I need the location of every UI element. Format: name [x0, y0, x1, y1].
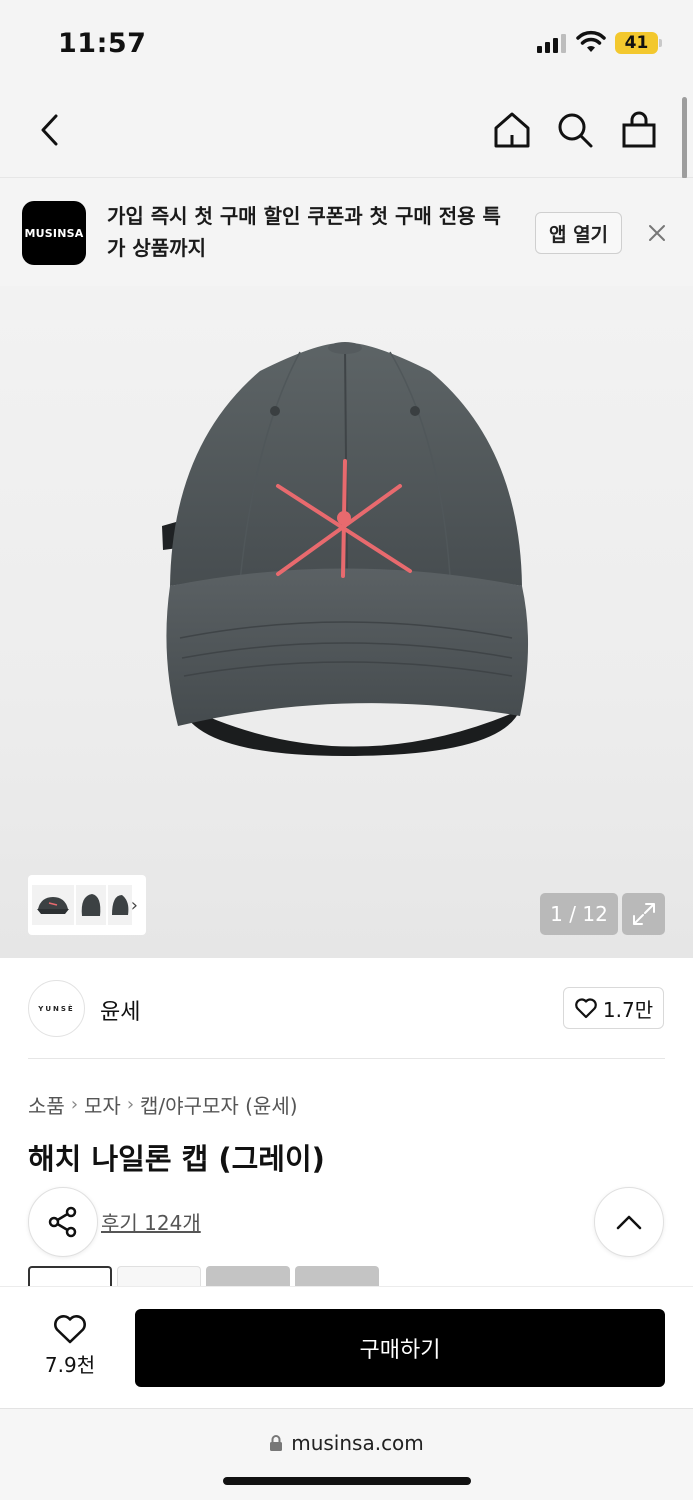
breadcrumb-item[interactable]: 캡/야구모자 (윤세) — [140, 1090, 298, 1119]
chevron-right-icon: › — [70, 1094, 79, 1115]
shopping-bag-icon — [622, 111, 656, 148]
thumbnail-strip[interactable]: › — [28, 875, 146, 935]
home-indicator — [223, 1477, 471, 1485]
share-button[interactable] — [28, 1187, 98, 1257]
wishlist-count: 7.9천 — [44, 1353, 96, 1377]
review-link[interactable]: 후기 124개 — [101, 1207, 201, 1236]
promo-text: 가입 즉시 첫 구매 할인 쿠폰과 첫 구매 전용 특가 상품까지 — [107, 204, 501, 260]
brand-like-count: 1.7만 — [602, 997, 654, 1022]
thumbnail-1[interactable] — [32, 885, 74, 925]
breadcrumb: 소품 › 모자 › 캡/야구모자 (윤세) — [28, 1090, 298, 1119]
breadcrumb-item[interactable]: 모자 — [84, 1090, 121, 1119]
home-icon — [494, 112, 530, 148]
option-swatches — [28, 1266, 379, 1286]
status-time: 11:57 — [58, 28, 147, 59]
back-button[interactable] — [28, 108, 72, 152]
app-promo-banner: MUSINSA 가입 즉시 첫 구매 할인 쿠폰과 첫 구매 전용 특가 상품까… — [0, 178, 693, 286]
heart-icon — [575, 998, 597, 1019]
brand-like-button[interactable]: 1.7만 — [563, 987, 664, 1029]
heart-icon — [54, 1315, 86, 1344]
image-counter: 1 / 12 — [540, 893, 618, 935]
option-swatch[interactable] — [117, 1266, 201, 1286]
musinsa-logo: MUSINSA — [22, 201, 86, 265]
close-icon[interactable] — [644, 220, 670, 246]
battery-cap — [659, 39, 662, 47]
cart-button[interactable] — [617, 108, 661, 152]
url-text: musinsa.com — [291, 1431, 424, 1455]
battery-indicator: 41 — [615, 32, 658, 54]
brand-name[interactable]: 윤세 — [100, 994, 140, 1026]
breadcrumb-item[interactable]: 소품 — [28, 1090, 65, 1119]
scroll-top-button[interactable] — [594, 1187, 664, 1257]
buy-button[interactable]: 구매하기 — [135, 1309, 665, 1387]
fullscreen-button[interactable] — [622, 893, 665, 935]
chevron-up-icon — [616, 1215, 642, 1230]
home-button[interactable] — [490, 108, 534, 152]
chevron-right-icon: › — [126, 1094, 135, 1115]
lock-icon — [270, 1435, 283, 1451]
share-icon — [48, 1206, 77, 1238]
chevron-left-icon — [41, 114, 58, 146]
brand-logo[interactable]: YUNSÈ — [28, 980, 85, 1037]
divider — [28, 1058, 665, 1059]
url-display[interactable]: musinsa.com — [0, 1431, 693, 1455]
wishlist-button[interactable]: 7.9천 — [30, 1313, 110, 1378]
page-scrollbar[interactable] — [682, 97, 687, 179]
purchase-bar: 7.9천 구매하기 — [0, 1286, 693, 1408]
cellular-signal-icon — [537, 34, 566, 53]
option-swatch[interactable] — [206, 1266, 290, 1286]
open-app-button[interactable]: 앱 열기 — [535, 212, 622, 254]
option-swatch[interactable] — [28, 1266, 112, 1286]
product-cap-image — [162, 342, 529, 756]
product-image-gallery[interactable]: › 1 / 12 — [0, 286, 693, 958]
expand-icon — [632, 903, 655, 925]
thumbnail-3[interactable] — [108, 885, 132, 925]
search-icon — [558, 113, 593, 148]
status-bar: 11:57 41 — [0, 0, 693, 90]
browser-url-bar[interactable]: musinsa.com — [0, 1408, 693, 1500]
wifi-icon — [576, 30, 606, 52]
thumbnail-next-icon[interactable]: › — [131, 895, 138, 916]
thumbnail-2[interactable] — [76, 885, 106, 925]
product-title: 해치 나일론 캡 (그레이) — [28, 1142, 325, 1176]
option-swatch[interactable] — [295, 1266, 379, 1286]
top-navbar — [0, 90, 693, 178]
search-button[interactable] — [553, 108, 597, 152]
